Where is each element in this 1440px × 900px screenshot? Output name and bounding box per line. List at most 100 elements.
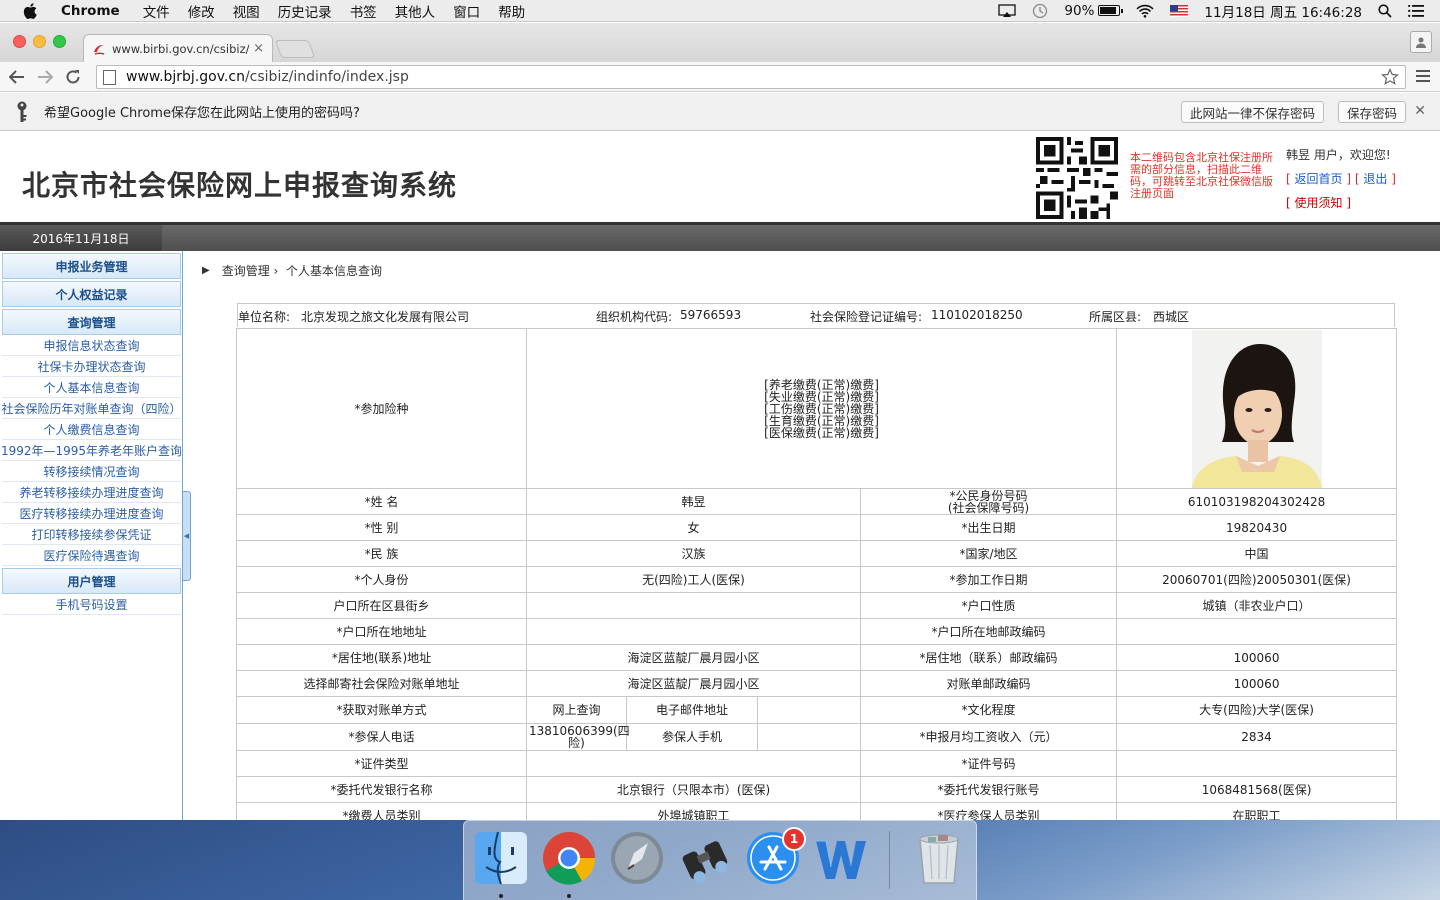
menu-people[interactable]: 其他人 (386, 1, 445, 21)
menu-app-chrome[interactable]: Chrome (52, 3, 134, 19)
menu-help[interactable]: 帮助 (489, 1, 534, 21)
country-value: 中国 (1116, 540, 1398, 567)
close-window-button[interactable] (13, 35, 26, 48)
sidebar-item-phone-settings[interactable]: 手机号码设置 (2, 594, 181, 615)
sidebar-item-medical-transfer[interactable]: 医疗转移接续办理进度查询 (2, 503, 181, 524)
launchpad-icon[interactable] (608, 829, 666, 887)
clock-text[interactable]: 11月18日 周五 16:46:28 (1204, 1, 1362, 21)
browser-tab[interactable]: www.birbi.gov.cn/csibiz/in × (83, 34, 273, 62)
income-label: *申报月均工资收入（元） (859, 723, 1118, 751)
bill-method-value: 网上查询 (526, 696, 627, 724)
menu-edit[interactable]: 修改 (179, 1, 224, 21)
sidebar-item-medical-benefits[interactable]: 医疗保险待遇查询 (2, 545, 181, 566)
sidebar-item-pension-1992[interactable]: 1992年—1995年养老年账户查询 (2, 440, 181, 461)
sidebar-item-pension-transfer[interactable]: 养老转移接续办理进度查询 (2, 482, 181, 503)
sidebar-item-card-status[interactable]: 社保卡办理状态查询 (2, 356, 181, 377)
sidebar-item-payment-info[interactable]: 个人缴费信息查询 (2, 419, 181, 440)
insurance-types: [养老缴费(正常)缴费] [失业缴费(正常)缴费] [工伤缴费(正常)缴费] [… (525, 328, 1118, 489)
bank-account-value: 1068481568(医保) (1116, 776, 1398, 803)
sidebar-item-print-voucher[interactable]: 打印转移接续参保凭证 (2, 524, 181, 545)
binoculars-icon[interactable] (676, 829, 734, 887)
sidebar-group-query[interactable]: 查询管理 (2, 309, 181, 335)
notice-link[interactable]: 使用须知 (1295, 196, 1343, 210)
income-value: 2834 (1116, 723, 1398, 751)
sidebar-group-declaration[interactable]: 申报业务管理 (2, 253, 181, 279)
profile-icon[interactable] (1410, 31, 1432, 53)
apple-icon[interactable] (22, 2, 38, 20)
logout-link[interactable]: 退出 (1363, 172, 1387, 186)
sidebar-item-annual-statement[interactable]: 社会保险历年对账单查询（四险） (2, 398, 181, 419)
id-number-label-line1: *公民身份号码 (949, 488, 1028, 503)
menu-window[interactable]: 窗口 (444, 1, 489, 21)
bookmark-star-icon[interactable] (1381, 68, 1399, 90)
mailing-address-value: 海淀区蓝靛厂晨月园小区 (526, 670, 861, 697)
mobile-cell: 参保人手机 (626, 723, 861, 751)
trash-icon[interactable] (910, 829, 968, 887)
close-icon[interactable]: ✕ (1414, 103, 1426, 119)
personal-info-table: *参加险种 [养老缴费(正常)缴费] [失业缴费(正常)缴费] [工伤缴费(正常… (236, 328, 1398, 820)
menu-view[interactable]: 视图 (224, 1, 269, 21)
insurance-label: *参加险种 (236, 328, 527, 489)
sidebar-item-personal-info[interactable]: 个人基本信息查询 (2, 377, 181, 398)
id-number-label: *公民身份号码 (社会保障号码) (859, 488, 1118, 515)
mobile-label: 参保人手机 (661, 730, 722, 744)
hukou-postcode-value (1116, 618, 1398, 645)
insurance-type: [失业缴费(正常)缴费] (764, 389, 879, 404)
browser-toolbar: www.bjrbj.gov.cn/csibiz/indinfo/index.js… (0, 62, 1440, 92)
time-machine-icon[interactable] (1032, 3, 1048, 19)
work-start-label: *参加工作日期 (859, 566, 1118, 593)
email-value (757, 697, 860, 723)
reload-button[interactable] (62, 66, 84, 88)
breadcrumb: ▶ 查询管理 › 个人基本信息查询 (202, 262, 382, 279)
airplay-icon[interactable] (998, 3, 1017, 18)
doc-number-label: *证件号码 (859, 750, 1118, 777)
menu-file[interactable]: 文件 (134, 1, 179, 21)
chrome-menu-icon[interactable] (1416, 69, 1430, 86)
email-label: 电子邮件地址 (655, 703, 728, 717)
chrome-icon[interactable] (540, 829, 598, 887)
never-save-button[interactable]: 此网站一律不保存密码 (1181, 101, 1325, 123)
home-link[interactable]: 返回首页 (1295, 172, 1343, 186)
browser-tab-bar: www.birbi.gov.cn/csibiz/in × (0, 23, 1440, 62)
sidebar-group-rights[interactable]: 个人权益记录 (2, 281, 181, 307)
new-tab-button[interactable] (274, 40, 316, 58)
birthdate-label: *出生日期 (859, 514, 1118, 541)
current-date: 2016年11月18日 (0, 225, 162, 251)
statement-postcode-value: 100060 (1116, 670, 1398, 697)
identity-value: 无(四险)工人(医保) (526, 566, 861, 593)
us-flag-icon[interactable] (1170, 4, 1189, 17)
address-bar[interactable]: www.bjrbj.gov.cn/csibiz/indinfo/index.js… (96, 65, 1406, 89)
forward-button[interactable] (34, 66, 56, 88)
sidebar-item-transfer-status[interactable]: 转移接续情况查询 (2, 461, 181, 482)
close-tab-icon[interactable]: × (253, 41, 264, 56)
bank-account-label: *委托代发银行账号 (859, 776, 1118, 803)
url-host: www.bjrbj.gov.cn (126, 69, 245, 85)
menu-bar: Chrome 文件 修改 视图 历史记录 书签 其他人 窗口 帮助 90% 11… (0, 0, 1440, 22)
battery-icon (1098, 5, 1124, 16)
back-button[interactable] (6, 66, 28, 88)
sidebar-collapse-handle[interactable]: ◀ (182, 491, 191, 581)
ethnicity-value: 汉族 (526, 540, 861, 567)
email-cell: 电子邮件地址 (626, 696, 861, 724)
sidebar-group-user[interactable]: 用户管理 (2, 568, 181, 594)
payer-category-label: *缴费人员类别 (236, 802, 527, 820)
org-code: 59766593 (680, 308, 742, 322)
zoom-window-button[interactable] (53, 35, 66, 48)
breadcrumb-parent[interactable]: 查询管理 › (222, 262, 279, 279)
battery-status[interactable]: 90% (1064, 3, 1124, 19)
wifi-icon[interactable] (1136, 4, 1155, 18)
sidebar-item-declaration-status[interactable]: 申报信息状态查询 (2, 335, 181, 356)
save-password-button[interactable]: 保存密码 (1338, 101, 1407, 123)
notification-center-icon[interactable] (1408, 4, 1424, 17)
mailing-address-label: 选择邮寄社会保险对账单地址 (236, 670, 527, 697)
person-photo (1191, 329, 1322, 488)
spotlight-icon[interactable] (1378, 3, 1392, 18)
menu-history[interactable]: 历史记录 (269, 1, 341, 21)
finder-icon[interactable] (472, 829, 530, 887)
employer-info: 单位名称: 北京发现之旅文化发展有限公司 组织机构代码: 59766593 社会… (237, 303, 1395, 327)
payer-category-value: 外埠城镇职工 (526, 802, 861, 820)
welcome-text: 韩昱 用户，欢迎您! (1286, 148, 1391, 162)
word-icon[interactable] (812, 829, 870, 887)
menu-bookmarks[interactable]: 书签 (341, 1, 386, 21)
minimize-window-button[interactable] (33, 35, 46, 48)
